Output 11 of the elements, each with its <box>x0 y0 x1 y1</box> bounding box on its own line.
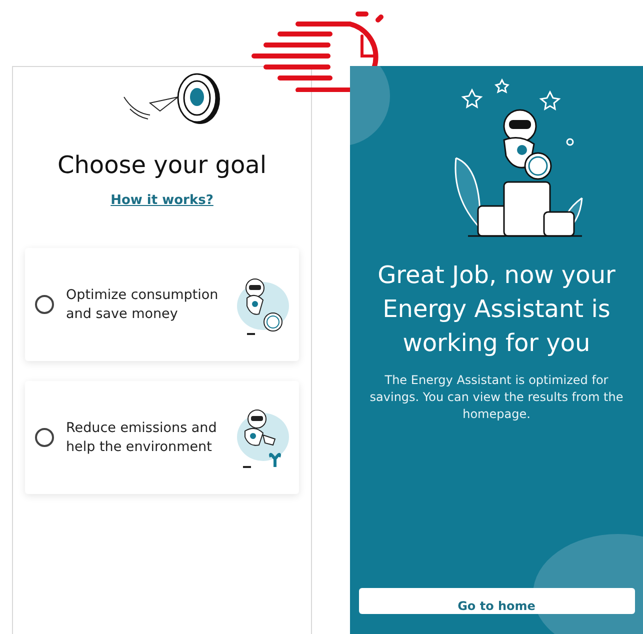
success-message: The Energy Assistant is optimized for savings. You can view the results from the homepage. <box>368 372 624 423</box>
goal-option-card[interactable]: Reduce emissions and help the environment <box>25 381 299 494</box>
how-it-works-link[interactable]: How it works? <box>110 193 214 208</box>
radio-button[interactable] <box>35 295 54 314</box>
option-label: Reduce emissions and help the environment <box>66 418 218 456</box>
go-to-home-button[interactable]: Go to home <box>358 588 634 614</box>
radio-button[interactable] <box>35 428 54 447</box>
screen-title: Choose your goal <box>57 151 267 179</box>
success-title: Great Job, now your Energy Assistant is working for you <box>376 260 616 359</box>
goal-option-card[interactable]: Optimize consumption and save money <box>25 248 299 361</box>
option-label: Optimize consumption and save money <box>66 286 219 324</box>
